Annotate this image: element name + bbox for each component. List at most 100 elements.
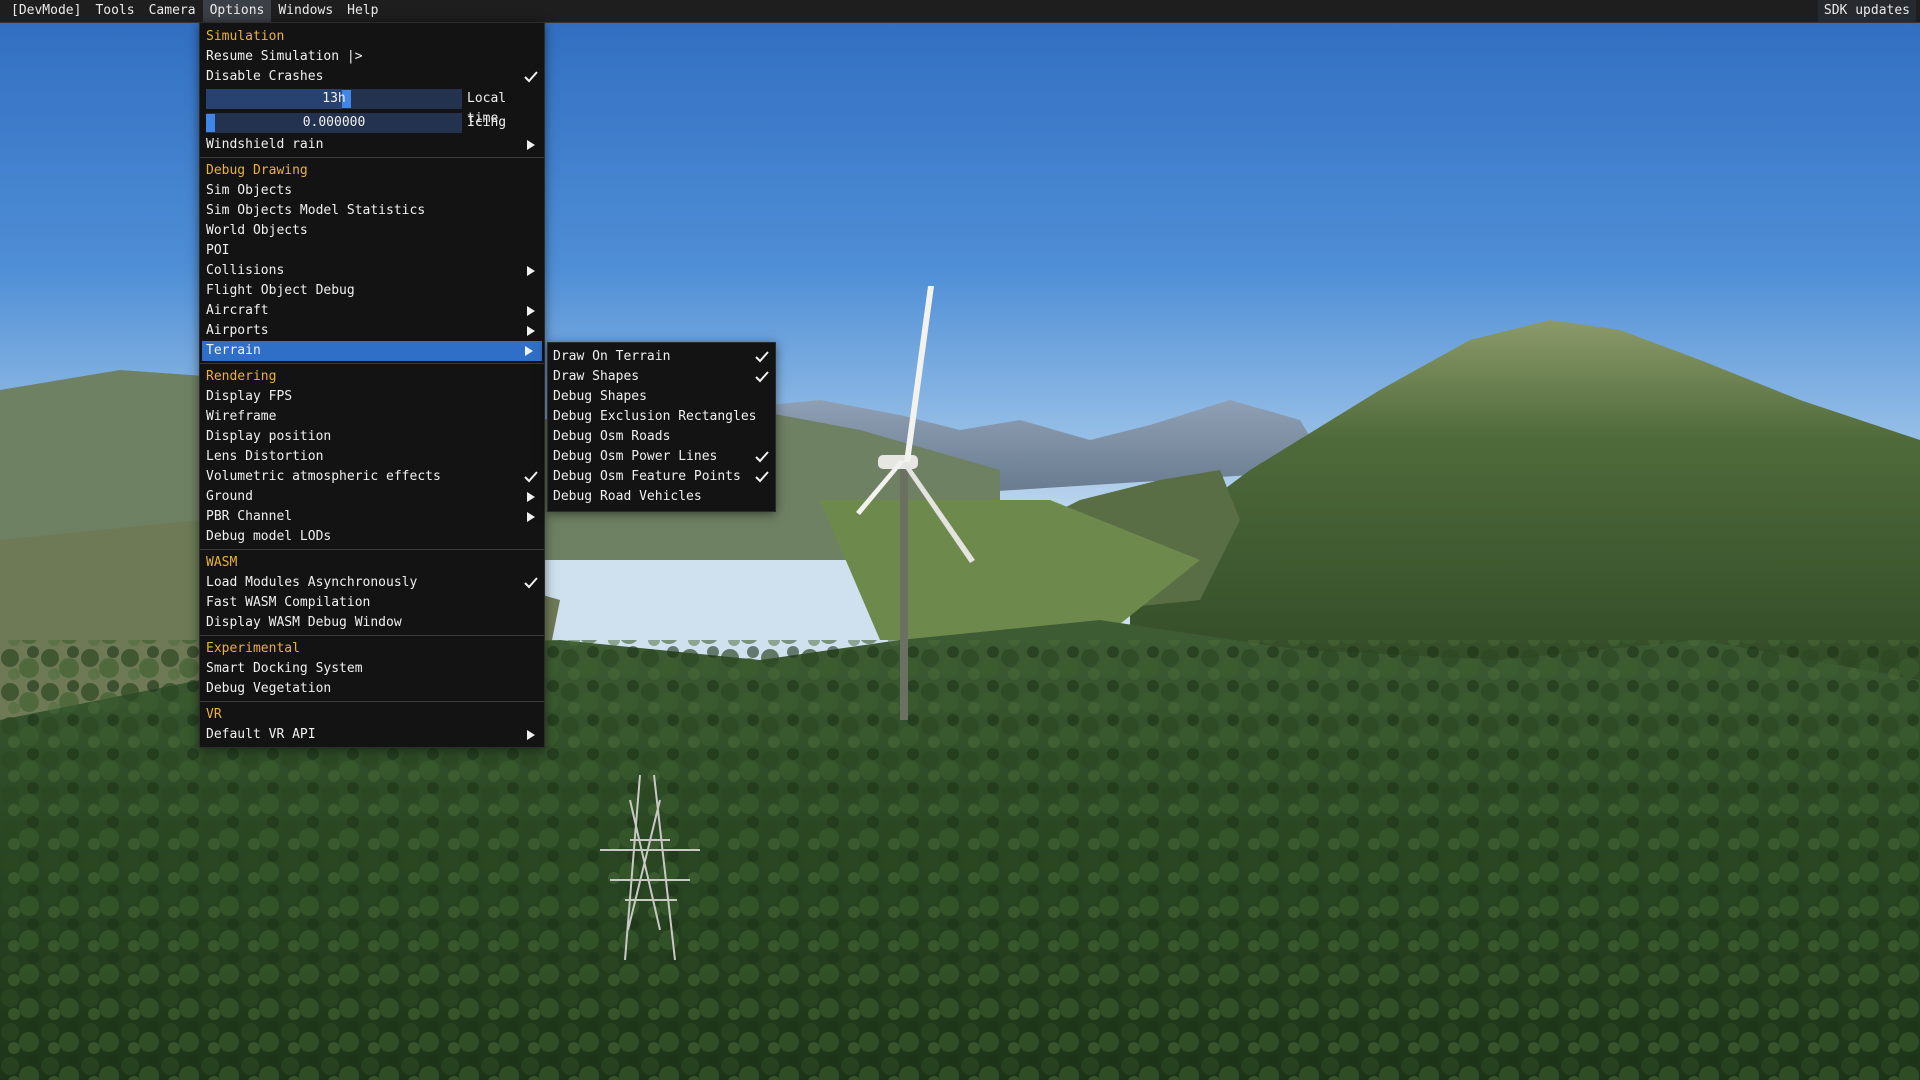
- menu-item-debug-shapes[interactable]: Debug Shapes: [548, 387, 775, 407]
- submenu-arrow-icon: [526, 135, 536, 155]
- menu-item-debug-model-lods[interactable]: Debug model LODs: [200, 527, 544, 547]
- menu-item-label: Display WASM Debug Window: [206, 615, 402, 630]
- menu-item-label: Draw Shapes: [553, 369, 640, 384]
- menu-item-terrain[interactable]: Terrain: [202, 341, 542, 361]
- menu-item-label: Debug Road Vehicles: [553, 489, 702, 504]
- menu-item-airports[interactable]: Airports: [200, 321, 544, 341]
- submenu-arrow-icon: [526, 487, 536, 507]
- menu-item-smart-docking-system[interactable]: Smart Docking System: [200, 659, 544, 679]
- menu-item-label: Debug Osm Feature Points: [553, 469, 741, 484]
- menu-item-wireframe[interactable]: Wireframe: [200, 407, 544, 427]
- menu-help[interactable]: Help: [340, 0, 385, 22]
- checkmark-icon: [524, 467, 538, 487]
- checkmark-icon: [755, 447, 769, 467]
- menu-item-debug-road-vehicles[interactable]: Debug Road Vehicles: [548, 487, 775, 507]
- menu-item-windshield-rain[interactable]: Windshield rain: [200, 135, 544, 155]
- menu-item-label: POI: [206, 243, 230, 258]
- menu-item-label: Sim Objects: [206, 183, 293, 198]
- menu-separator: [200, 549, 544, 550]
- local-time-slider[interactable]: 13h: [206, 89, 462, 109]
- menu-item-label: Debug Vegetation: [206, 681, 332, 696]
- checkmark-icon: [524, 67, 538, 87]
- sdk-updates-button[interactable]: SDK updates: [1817, 0, 1916, 22]
- menu-item-pbr-channel[interactable]: PBR Channel: [200, 507, 544, 527]
- menu-item-world-objects[interactable]: World Objects: [200, 221, 544, 241]
- menu-item-display-fps[interactable]: Display FPS: [200, 387, 544, 407]
- submenu-arrow-icon: [526, 261, 536, 281]
- checkmark-icon: [524, 573, 538, 593]
- top-menu-bar: [DevMode] Tools Camera Options Windows H…: [0, 0, 1920, 23]
- menu-item-label: Debug Shapes: [553, 389, 647, 404]
- menu-item-display-position[interactable]: Display position: [200, 427, 544, 447]
- menu-separator: [200, 157, 544, 158]
- menu-item-label: Terrain: [206, 343, 261, 358]
- menu-item-draw-on-terrain[interactable]: Draw On Terrain: [548, 347, 775, 367]
- terrain-submenu: Draw On Terrain Draw Shapes Debug Shapes…: [547, 342, 776, 512]
- menu-item-debug-vegetation[interactable]: Debug Vegetation: [200, 679, 544, 699]
- options-dropdown: Simulation Resume Simulation |> Disable …: [199, 22, 545, 748]
- menu-item-sim-objects-model-statistics[interactable]: Sim Objects Model Statistics: [200, 201, 544, 221]
- local-time-label: Local time: [467, 91, 507, 126]
- menu-item-label: Disable Crashes: [206, 69, 324, 84]
- menu-item-label: Debug model LODs: [206, 529, 332, 544]
- menu-item-label: Wireframe: [206, 409, 277, 424]
- section-header-rendering: Rendering: [206, 369, 277, 384]
- menu-item-label: Load Modules Asynchronously: [206, 575, 418, 590]
- menu-item-label: Display position: [206, 429, 332, 444]
- menu-item-flight-object-debug[interactable]: Flight Object Debug: [200, 281, 544, 301]
- menu-item-label: Airports: [206, 323, 269, 338]
- menu-item-debug-osm-roads[interactable]: Debug Osm Roads: [548, 427, 775, 447]
- section-header-debug-drawing: Debug Drawing: [206, 163, 308, 178]
- local-time-value: 13h: [322, 91, 346, 106]
- menu-camera[interactable]: Camera: [142, 0, 203, 22]
- menu-item-sim-objects[interactable]: Sim Objects: [200, 181, 544, 201]
- section-header-simulation: Simulation: [206, 29, 285, 44]
- menu-item-draw-shapes[interactable]: Draw Shapes: [548, 367, 775, 387]
- menu-item-label: Flight Object Debug: [206, 283, 355, 298]
- menu-item-label: Windshield rain: [206, 137, 324, 152]
- section-header-experimental: Experimental: [206, 641, 300, 656]
- menu-separator: [200, 363, 544, 364]
- submenu-arrow-icon: [524, 341, 534, 361]
- menu-item-label: Ground: [206, 489, 253, 504]
- menu-tools[interactable]: Tools: [88, 0, 141, 22]
- menu-item-default-vr-api[interactable]: Default VR API: [200, 725, 544, 745]
- menu-item-collisions[interactable]: Collisions: [200, 261, 544, 281]
- menu-item-resume-simulation[interactable]: Resume Simulation |>: [200, 47, 544, 67]
- submenu-arrow-icon: [526, 725, 536, 745]
- menu-item-label: Smart Docking System: [206, 661, 363, 676]
- submenu-arrow-icon: [526, 321, 536, 341]
- menu-devmode[interactable]: [DevMode]: [0, 0, 88, 22]
- local-time-slider-row: 13h Local time: [200, 87, 544, 126]
- icing-slider[interactable]: 0.000000: [206, 113, 462, 133]
- section-header-wasm: WASM: [206, 555, 238, 570]
- menu-item-poi[interactable]: POI: [200, 241, 544, 261]
- menu-item-load-modules-asynchronously[interactable]: Load Modules Asynchronously: [200, 573, 544, 593]
- menu-item-aircraft[interactable]: Aircraft: [200, 301, 544, 321]
- menu-item-label: Default VR API: [206, 727, 316, 742]
- menu-item-debug-osm-power-lines[interactable]: Debug Osm Power Lines: [548, 447, 775, 467]
- menu-separator: [200, 701, 544, 702]
- menu-item-label: Sim Objects Model Statistics: [206, 203, 426, 218]
- menu-item-label: World Objects: [206, 223, 308, 238]
- menu-item-volumetric-atmospheric-effects[interactable]: Volumetric atmospheric effects: [200, 467, 544, 487]
- menu-item-lens-distortion[interactable]: Lens Distortion: [200, 447, 544, 467]
- menu-item-label: Fast WASM Compilation: [206, 595, 371, 610]
- icing-slider-row: 0.000000 Icing: [200, 111, 544, 135]
- menu-windows[interactable]: Windows: [271, 0, 340, 22]
- section-header-vr: VR: [206, 707, 222, 722]
- menu-item-debug-exclusion-rectangles[interactable]: Debug Exclusion Rectangles: [548, 407, 775, 427]
- menu-options[interactable]: Options: [202, 0, 272, 22]
- menu-item-label: Volumetric atmospheric effects: [206, 469, 441, 484]
- menu-item-fast-wasm-compilation[interactable]: Fast WASM Compilation: [200, 593, 544, 613]
- menu-item-ground[interactable]: Ground: [200, 487, 544, 507]
- menu-item-disable-crashes[interactable]: Disable Crashes: [200, 67, 544, 87]
- menu-item-label: Display FPS: [206, 389, 293, 404]
- menu-item-display-wasm-debug-window[interactable]: Display WASM Debug Window: [200, 613, 544, 633]
- submenu-arrow-icon: [526, 507, 536, 527]
- menu-item-label: Collisions: [206, 263, 285, 278]
- menu-item-label: Lens Distortion: [206, 449, 324, 464]
- menu-item-label: Draw On Terrain: [553, 349, 671, 364]
- menu-item-debug-osm-feature-points[interactable]: Debug Osm Feature Points: [548, 467, 775, 487]
- menu-item-label: Debug Exclusion Rectangles: [553, 409, 757, 424]
